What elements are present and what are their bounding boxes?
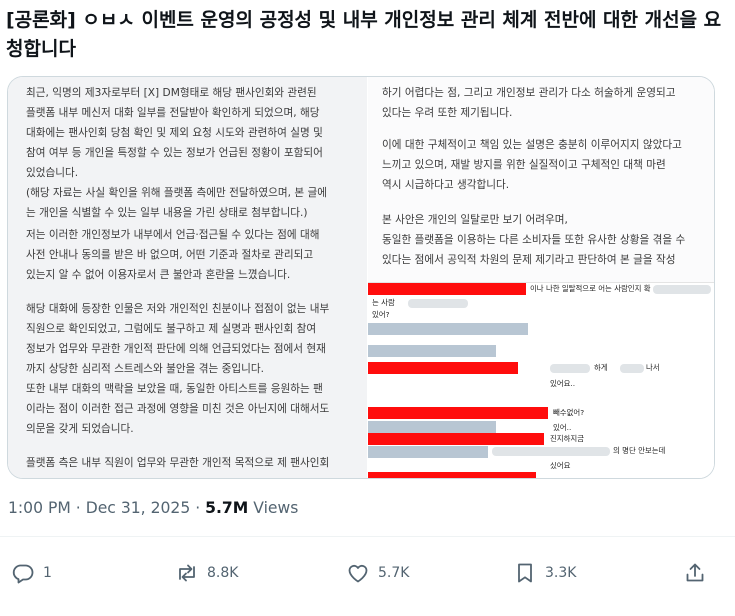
right-paragraph-2: 이에 대한 구체적이고 책임 있는 설명은 충분히 이루어지지 않았다고 느끼고…	[382, 139, 682, 191]
left-paragraph-1: 최근, 익명의 제3자로부터 [X] DM형태로 해당 팬사인회와 관련된 플랫…	[26, 87, 327, 219]
redaction-bar	[368, 362, 518, 374]
chat-line: 는 사람	[372, 298, 395, 307]
like-button[interactable]: 5.7K	[346, 561, 409, 585]
redaction-bar	[368, 345, 496, 357]
right-paragraph-1: 하기 어렵다는 점, 그리고 개인정보 관리가 다소 허술하게 운영되고 있다는…	[382, 87, 676, 119]
repost-count: 8.8K	[207, 565, 239, 581]
like-count: 5.7K	[378, 565, 410, 581]
chat-line: 진지하지금	[550, 434, 584, 443]
redaction-bar	[368, 446, 488, 458]
chat-line: 빼수없어?	[553, 408, 585, 417]
divider	[0, 536, 735, 537]
attached-image[interactable]: 최근, 익명의 제3자로부터 [X] DM형태로 해당 팬사인회와 관련된 플랫…	[7, 76, 715, 479]
bookmark-button[interactable]: 3.3K	[513, 561, 576, 585]
view-count: 5.7M	[205, 499, 249, 517]
redaction-bar	[368, 421, 496, 433]
tweet-title: [공론화] ㅇㅂㅅ 이벤트 운영의 공정성 및 내부 개인정보 관리 체계 전반…	[6, 9, 722, 60]
reply-count: 1	[43, 565, 52, 581]
left-paragraph-2: 저는 이러한 개인정보가 내부에서 언급·접근될 수 있다는 점에 대해 사전 …	[26, 229, 320, 281]
chat-line: 있어요..	[550, 379, 576, 388]
reply-icon	[12, 564, 34, 584]
views-label: Views	[248, 499, 299, 517]
blurred-text	[653, 285, 711, 294]
tweet-meta: 1:00 PM · Dec 31, 2025 · 5.7M Views	[8, 499, 298, 517]
redaction-bar	[368, 433, 544, 445]
redaction-bar	[368, 323, 528, 335]
bookmark-icon	[518, 563, 532, 583]
right-paragraph-3: 본 사안은 개인의 일탈로만 보기 어려우며, 동일한 플랫폼을 이용하는 다른…	[382, 214, 686, 266]
share-icon	[686, 563, 704, 582]
blurred-text	[408, 299, 468, 308]
repost-icon	[179, 564, 195, 582]
like-icon	[348, 564, 368, 583]
chat-line: 의 명단 안보는데	[613, 446, 666, 455]
image-left-page: 최근, 익명의 제3자로부터 [X] DM형태로 해당 팬사인회와 관련된 플랫…	[8, 77, 367, 478]
chat-line: 싰어요	[550, 461, 571, 470]
reply-button[interactable]: 1	[11, 561, 52, 585]
blurred-text	[492, 447, 610, 456]
chat-line: 있어?	[372, 310, 390, 319]
tweet-timestamp[interactable]: 1:00 PM · Dec 31, 2025 ·	[8, 499, 205, 517]
image-right-page: 하기 어렵다는 점, 그리고 개인정보 관리가 다소 허술하게 운영되고 있다는…	[368, 77, 714, 478]
repost-button[interactable]: 8.8K	[175, 561, 238, 585]
bookmark-count: 3.3K	[545, 565, 577, 581]
chat-line: 이나 나한 일탈적으로 어는 사람인지 확	[530, 284, 651, 293]
redacted-chat-screenshot: 이나 나한 일탈적으로 어는 사람인지 확 는 사람 있어? 하게 나서 있어요…	[368, 282, 714, 478]
chat-line: 나서	[646, 363, 660, 372]
redaction-bar	[368, 283, 526, 295]
blurred-text	[620, 364, 644, 373]
chat-line: 하게	[594, 363, 608, 372]
left-paragraph-4: 플랫폼 측은 내부 직원이 업무와 무관한 개인적 목적으로 제 팬사인회	[26, 457, 330, 469]
redaction-bar	[368, 407, 548, 419]
left-paragraph-3: 해당 대화에 등장한 인물은 저와 개인적인 친분이나 접점이 없는 내부 직원…	[26, 303, 330, 435]
redaction-bar	[368, 472, 536, 478]
blurred-text	[550, 364, 590, 373]
share-button[interactable]	[683, 561, 707, 585]
chat-line: 있어..	[553, 423, 572, 432]
